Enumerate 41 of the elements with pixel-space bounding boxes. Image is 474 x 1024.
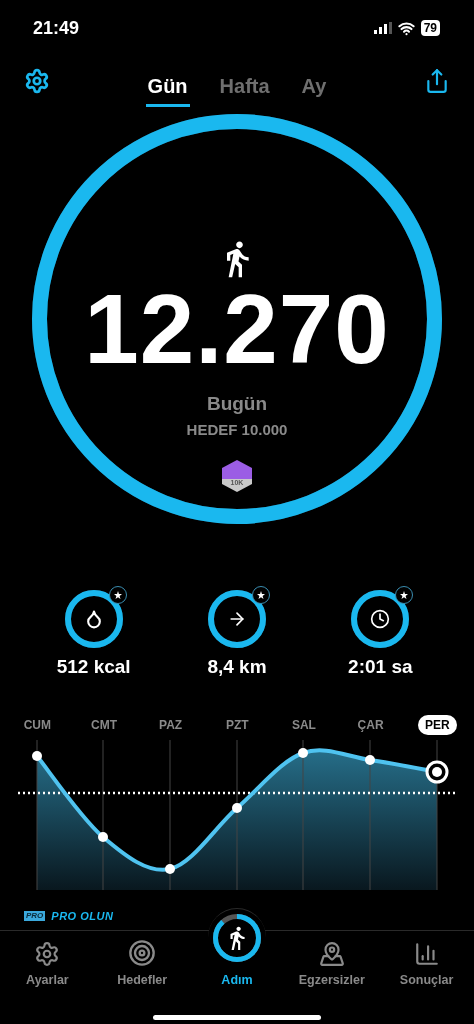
data-point[interactable]	[232, 803, 242, 813]
settings-button[interactable]	[24, 68, 50, 94]
stat-value: 2:01 sa	[348, 656, 413, 678]
nav-tab[interactable]: Sonuçlar	[379, 941, 474, 987]
day-tab[interactable]: PAZ	[152, 715, 190, 735]
goal-label: HEDEF 10.000	[186, 421, 288, 438]
wifi-icon	[397, 19, 415, 37]
nav-tab[interactable]: Adım	[189, 908, 285, 987]
day-tab[interactable]: CUM	[16, 715, 58, 735]
nav-tab[interactable]: Egzersizler	[284, 941, 380, 987]
clock-time: 21:49	[33, 17, 80, 39]
nav-tab[interactable]: Ayarlar	[0, 941, 95, 987]
stat-value: 512 kcal	[56, 656, 131, 678]
share-button[interactable]	[424, 68, 450, 94]
upgrade-link[interactable]: PRO OLUN	[51, 910, 114, 922]
nav-tab[interactable]: Hedefler	[94, 939, 190, 987]
day-tab[interactable]: PZT	[218, 715, 256, 735]
target-icon	[128, 939, 157, 967]
period-tab[interactable]: Gün	[145, 69, 190, 107]
step-count: 12.270	[84, 279, 390, 379]
stat-value: 8,4 km	[207, 656, 267, 678]
day-tab[interactable]: CMT	[84, 715, 124, 735]
selected-point[interactable]	[425, 760, 449, 784]
data-point[interactable]	[365, 755, 375, 765]
settings-icon	[34, 941, 61, 967]
day-tab[interactable]: ÇAR	[350, 715, 391, 735]
clock-icon	[370, 609, 391, 629]
pro-badge: PRO	[24, 911, 46, 921]
day-tab[interactable]: PER	[417, 715, 457, 735]
signal-icon	[373, 22, 392, 34]
data-point[interactable]	[165, 864, 175, 874]
period-tab[interactable]: Hafta	[217, 69, 272, 107]
period-tab[interactable]: Ay	[299, 69, 329, 107]
data-point[interactable]	[32, 751, 42, 761]
data-point[interactable]	[98, 832, 108, 842]
bar-chart-icon	[413, 941, 440, 967]
day-tab[interactable]: SAL	[284, 715, 323, 735]
battery-level: 79	[420, 20, 440, 36]
map-pin-icon	[318, 941, 345, 967]
day-label: Bugün	[206, 393, 268, 415]
data-point[interactable]	[298, 748, 308, 758]
